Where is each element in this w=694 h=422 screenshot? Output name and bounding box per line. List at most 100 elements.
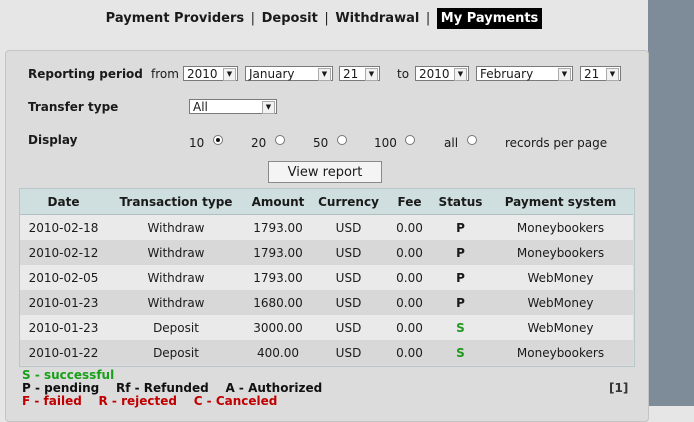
cell-date: 2010-01-22 — [20, 340, 107, 365]
legend-failed-rejected-canceled: F - failed R - rejected C - Canceled — [22, 394, 278, 408]
pagination[interactable]: [1] — [609, 381, 628, 395]
nav-separator: | — [250, 11, 256, 26]
to-label: to — [397, 67, 410, 81]
display-option-20-radio[interactable] — [275, 135, 285, 145]
display-option-50-label: 50 — [313, 136, 329, 150]
nav-separator: | — [324, 11, 329, 26]
display-option-50-radio[interactable] — [337, 135, 347, 145]
cell-date: 2010-02-18 — [20, 214, 107, 240]
cell-transaction-type: Withdraw — [107, 240, 245, 265]
from-label: from — [151, 67, 179, 81]
cell-currency: USD — [311, 290, 386, 315]
cell-currency: USD — [311, 315, 386, 340]
cell-status: S — [433, 340, 488, 365]
cell-fee: 0.00 — [386, 265, 433, 290]
view-report-button[interactable]: View report — [268, 161, 382, 183]
table-row: 2010-01-23 Deposit 3000.00 USD 0.00 S We… — [20, 315, 633, 340]
cell-payment-system: Moneybookers — [488, 240, 633, 265]
cell-fee: 0.00 — [386, 290, 433, 315]
cell-transaction-type: Withdraw — [107, 265, 245, 290]
nav-withdrawal[interactable]: Withdrawal — [335, 11, 419, 26]
column-header-date: Date — [20, 189, 107, 215]
cell-fee: 0.00 — [386, 340, 433, 365]
column-header-transaction-type: Transaction type — [107, 189, 245, 215]
cell-currency: USD — [311, 265, 386, 290]
display-option-all-radio[interactable] — [467, 135, 477, 145]
chevron-down-icon: ▼ — [454, 68, 467, 81]
table-row: 2010-02-18 Withdraw 1793.00 USD 0.00 P M… — [20, 214, 633, 240]
cell-payment-system: Moneybookers — [488, 214, 633, 240]
cell-currency: USD — [311, 340, 386, 365]
report-panel: Reporting period from 2010 ▼ January ▼ 21 ▼… — [5, 50, 649, 422]
cell-date: 2010-01-23 — [20, 315, 107, 340]
cell-amount: 3000.00 — [245, 315, 311, 340]
cell-payment-system: WebMoney — [488, 315, 633, 340]
cell-date: 2010-02-05 — [20, 265, 107, 290]
from-year-select[interactable]: 2010 ▼ — [183, 66, 238, 81]
display-option-all-label: all — [444, 136, 459, 150]
cell-amount: 1793.00 — [245, 214, 311, 240]
cell-payment-system: WebMoney — [488, 265, 633, 290]
cell-payment-system: WebMoney — [488, 290, 633, 315]
cell-transaction-type: Deposit — [107, 315, 245, 340]
reporting-period-label: Reporting period — [28, 67, 143, 81]
column-header-amount: Amount — [245, 189, 311, 215]
top-navigation: Payment Providers | Deposit | Withdrawal… — [0, 0, 648, 40]
page-side-strip — [648, 0, 694, 406]
cell-currency: USD — [311, 214, 386, 240]
display-option-10-radio[interactable] — [213, 135, 223, 145]
column-header-payment-system: Payment system — [488, 189, 633, 215]
cell-amount: 1793.00 — [245, 265, 311, 290]
cell-status: S — [433, 315, 488, 340]
chevron-down-icon: ▼ — [262, 101, 275, 114]
cell-fee: 0.00 — [386, 240, 433, 265]
cell-transaction-type: Withdraw — [107, 290, 245, 315]
display-option-20-label: 20 — [251, 136, 267, 150]
chevron-down-icon: ▼ — [606, 68, 619, 81]
table-row: 2010-02-12 Withdraw 1793.00 USD 0.00 P M… — [20, 240, 633, 265]
chevron-down-icon: ▼ — [365, 68, 378, 81]
records-per-page-label: records per page — [505, 136, 608, 150]
chevron-down-icon: ▼ — [318, 68, 331, 81]
cell-currency: USD — [311, 240, 386, 265]
transfer-type-select[interactable]: All ▼ — [189, 99, 277, 114]
cell-amount: 1680.00 — [245, 290, 311, 315]
cell-status: P — [433, 240, 488, 265]
column-header-currency: Currency — [311, 189, 386, 215]
from-month-select[interactable]: January ▼ — [245, 66, 333, 81]
table-row: 2010-02-05 Withdraw 1793.00 USD 0.00 P W… — [20, 265, 633, 290]
cell-transaction-type: Deposit — [107, 340, 245, 365]
nav-my-payments[interactable]: My Payments — [436, 8, 543, 29]
cell-date: 2010-01-23 — [20, 290, 107, 315]
chevron-down-icon: ▼ — [223, 68, 236, 81]
table-header-row: Date Transaction type Amount Currency Fe… — [20, 189, 633, 215]
transfer-type-label: Transfer type — [28, 100, 119, 114]
to-day-select[interactable]: 21 ▼ — [580, 66, 621, 81]
display-label: Display — [28, 133, 78, 147]
cell-fee: 0.00 — [386, 214, 433, 240]
display-option-100-label: 100 — [374, 136, 397, 150]
chevron-down-icon: ▼ — [558, 68, 571, 81]
nav-separator: | — [425, 11, 431, 26]
nav-payment-providers[interactable]: Payment Providers — [106, 11, 244, 26]
table-row: 2010-01-23 Withdraw 1680.00 USD 0.00 P W… — [20, 290, 633, 315]
cell-status: P — [433, 290, 488, 315]
to-year-select[interactable]: 2010 ▼ — [415, 66, 469, 81]
to-month-select[interactable]: February ▼ — [476, 66, 573, 81]
cell-amount: 400.00 — [245, 340, 311, 365]
cell-payment-system: Moneybookers — [488, 340, 633, 365]
cell-amount: 1793.00 — [245, 240, 311, 265]
from-day-select[interactable]: 21 ▼ — [339, 66, 380, 81]
table-row: 2010-01-22 Deposit 400.00 USD 0.00 S Mon… — [20, 340, 633, 365]
cell-status: P — [433, 265, 488, 290]
cell-fee: 0.00 — [386, 315, 433, 340]
column-header-status: Status — [433, 189, 488, 215]
cell-date: 2010-02-12 — [20, 240, 107, 265]
payments-table: Date Transaction type Amount Currency Fe… — [20, 189, 633, 365]
display-option-100-radio[interactable] — [405, 135, 415, 145]
display-option-10-label: 10 — [189, 136, 205, 150]
column-header-fee: Fee — [386, 189, 433, 215]
cell-transaction-type: Withdraw — [107, 214, 245, 240]
nav-deposit[interactable]: Deposit — [262, 11, 318, 26]
cell-status: P — [433, 214, 488, 240]
